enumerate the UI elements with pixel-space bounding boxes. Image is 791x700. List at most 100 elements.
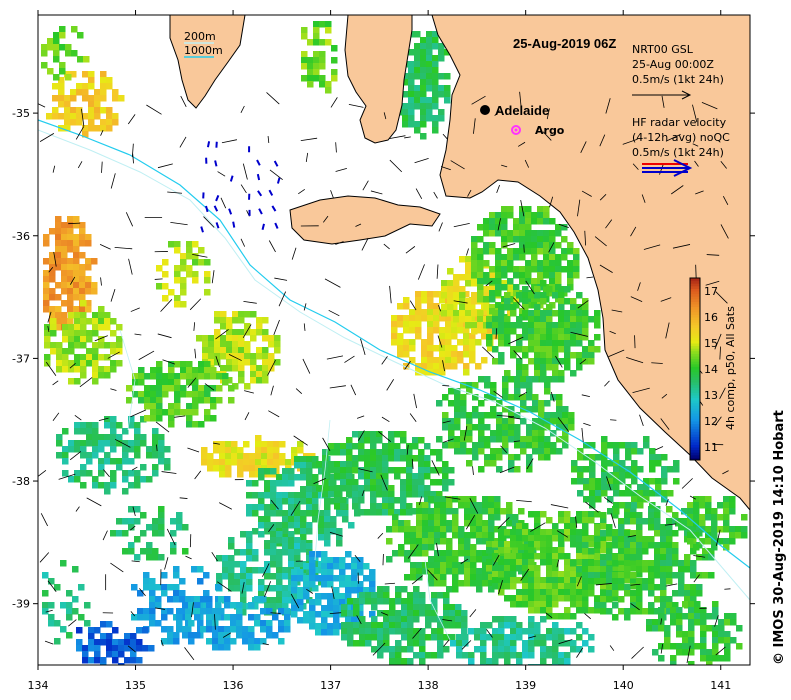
sst-cell — [630, 554, 637, 561]
sst-cell — [424, 473, 431, 480]
sst-cell — [303, 563, 310, 570]
sst-cell — [244, 353, 251, 360]
sst-cell — [534, 640, 541, 647]
sst-cell — [186, 241, 193, 248]
sst-cell — [451, 333, 458, 340]
sst-cell — [514, 394, 521, 401]
sst-cell — [558, 334, 565, 341]
sst-cell — [214, 329, 221, 336]
sst-cell — [134, 476, 141, 483]
sst-cell — [116, 440, 123, 447]
sst-cell — [654, 530, 661, 537]
sst-cell — [412, 437, 419, 444]
sst-cell — [232, 317, 239, 324]
sst-cell — [537, 212, 544, 219]
sst-cell — [70, 113, 77, 120]
sst-cell — [507, 278, 514, 285]
sst-cell — [498, 529, 505, 536]
sst-cell — [477, 272, 484, 279]
sst-cell — [72, 596, 79, 603]
sst-cell — [446, 562, 453, 569]
sst-cell — [85, 306, 92, 313]
sst-cell — [426, 55, 433, 62]
sst-cell — [534, 370, 541, 377]
sst-cell — [306, 468, 313, 475]
sst-cell — [238, 317, 245, 324]
sst-cell — [488, 496, 495, 503]
sst-cell — [377, 592, 384, 599]
sst-cell — [243, 453, 250, 460]
sst-cell — [321, 563, 328, 570]
sst-cell — [514, 388, 521, 395]
sst-cell — [122, 530, 129, 537]
sst-cell — [458, 526, 465, 533]
sst-cell — [520, 442, 527, 449]
nrt-legend-line3: 0.5m/s (1kt 24h) — [632, 73, 724, 86]
sst-cell — [232, 311, 239, 318]
sst-cell — [655, 460, 662, 467]
sst-cell — [419, 598, 426, 605]
sst-cell — [443, 616, 450, 623]
sst-cell — [654, 554, 661, 561]
sst-cell — [377, 622, 384, 629]
sst-cell — [180, 361, 187, 368]
sst-cell — [510, 541, 517, 548]
sst-cell — [222, 379, 229, 386]
sst-cell — [42, 590, 49, 597]
sst-cell — [377, 652, 384, 659]
sst-cell — [588, 316, 595, 323]
sst-cell — [325, 39, 332, 46]
sst-cell — [741, 532, 748, 539]
sst-cell — [427, 321, 434, 328]
sst-cell — [601, 484, 608, 491]
sst-cell — [570, 589, 577, 596]
sst-cell — [46, 113, 53, 120]
sst-cell — [432, 97, 439, 104]
sst-cell — [255, 447, 262, 454]
sst-cell — [501, 218, 508, 225]
sst-cell — [238, 329, 245, 336]
sst-cell — [79, 228, 86, 235]
sst-cell — [64, 101, 71, 108]
sst-cell — [41, 50, 48, 57]
sst-cell — [471, 266, 478, 273]
sst-cell — [345, 551, 352, 558]
sst-cell — [600, 523, 607, 530]
sst-cell — [427, 339, 434, 346]
sst-cell — [309, 581, 316, 588]
sst-cell — [370, 491, 377, 498]
sst-cell — [258, 516, 265, 523]
sst-cell — [410, 538, 417, 545]
sst-cell — [421, 315, 428, 322]
sst-cell — [55, 234, 62, 241]
sst-cell — [483, 218, 490, 225]
sst-cell — [613, 484, 620, 491]
sst-cell — [83, 56, 90, 63]
sst-cell — [693, 508, 700, 515]
sst-cell — [612, 602, 619, 609]
sst-cell — [340, 449, 347, 456]
sst-cell — [472, 406, 479, 413]
sst-cell — [504, 571, 511, 578]
sst-cell — [543, 236, 550, 243]
sst-cell — [64, 95, 71, 102]
sst-cell — [100, 633, 107, 640]
sst-cell — [256, 329, 263, 336]
sst-cell — [422, 550, 429, 557]
sst-cell — [250, 371, 257, 378]
sst-cell — [676, 607, 683, 614]
sst-cell — [484, 454, 491, 461]
sst-cell — [276, 549, 283, 556]
sst-cell — [130, 657, 137, 664]
sst-cell — [80, 342, 87, 349]
sst-cell — [606, 590, 613, 597]
sst-cell — [128, 458, 135, 465]
sst-cell — [421, 297, 428, 304]
sst-cell — [556, 406, 563, 413]
sst-cell — [412, 479, 419, 486]
sst-cell — [156, 265, 163, 272]
sst-cell — [225, 447, 232, 454]
sst-cell — [401, 628, 408, 635]
sst-cell — [328, 461, 335, 468]
sst-cell — [464, 502, 471, 509]
